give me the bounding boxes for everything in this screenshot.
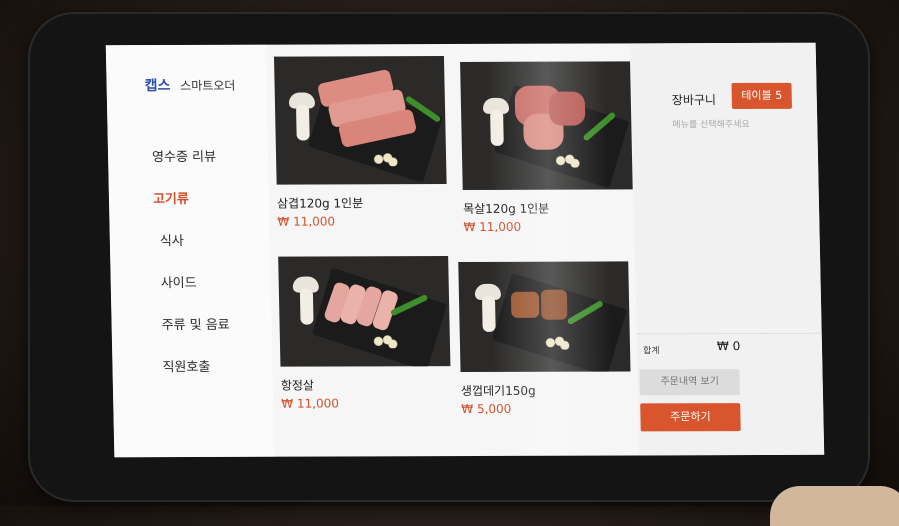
menu-item-photo (273, 56, 447, 185)
menu-item-photo (278, 256, 451, 367)
cart-title: 장바구니 (671, 93, 717, 108)
kiosk-screen: 캡스 스마트오더 영수증 리뷰 고기류 식사 사이드 주류 및 음료 직원호출 … (105, 42, 825, 458)
order-history-button[interactable]: 주문내역 보기 (639, 369, 740, 396)
menu-item-card[interactable]: 삼겹120g 1인분 ₩ 11,000 (273, 56, 448, 229)
menu-item-card[interactable]: 항정살 ₩ 11,000 (278, 256, 451, 411)
place-order-button[interactable]: 주문하기 (640, 403, 741, 432)
brand: 캡스 스마트오더 (144, 75, 235, 95)
nav-item-call-staff[interactable]: 직원호출 (162, 347, 231, 389)
nav-item-drinks[interactable]: 주류 및 음료 (161, 305, 230, 347)
category-nav: 영수증 리뷰 고기류 식사 사이드 주류 및 음료 직원호출 (152, 137, 231, 389)
brand-name: 스마트오더 (180, 78, 236, 93)
menu-item-photo (460, 61, 633, 190)
brand-logo: 캡스 (144, 77, 171, 95)
menu-item-name: 목살120g 1인분 (462, 201, 550, 216)
table-number-badge: 테이블 5 (731, 82, 792, 110)
menu-item-price: ₩ 11,000 (277, 214, 336, 229)
user-finger (770, 486, 899, 526)
menu-item-name: 삼겹120g 1인분 (276, 196, 364, 211)
menu-item-card[interactable]: 생껍데기150g ₩ 5,000 (458, 261, 631, 416)
menu-item-photo (458, 261, 631, 373)
nav-item-sides[interactable]: 사이드 (160, 263, 229, 305)
menu-grid: 삼겹120g 1인분 ₩ 11,000 목살120g 1인분 ₩ 11,000 (273, 55, 634, 451)
menu-item-name: 생껍데기150g (460, 383, 536, 399)
cart-divider (636, 332, 822, 335)
menu-item-name: 항정살 (280, 378, 315, 393)
menu-item-card[interactable]: 목살120g 1인분 ₩ 11,000 (460, 61, 634, 234)
menu-item-price: ₩ 11,000 (463, 219, 522, 235)
cart-panel: 장바구니 테이블 5 메뉴를 선택해주세요 합계 ₩ 0 주문내역 보기 주문하… (630, 42, 825, 456)
total-value: ₩ 0 (716, 339, 741, 354)
nav-item-receipt-review[interactable]: 영수증 리뷰 (152, 137, 227, 179)
sidebar: 캡스 스마트오더 영수증 리뷰 고기류 식사 사이드 주류 및 음료 직원호출 (105, 44, 275, 458)
nav-item-meals[interactable]: 식사 (159, 221, 228, 263)
cart-empty-hint: 메뉴를 선택해주세요 (672, 119, 750, 131)
menu-item-price: ₩ 5,000 (461, 401, 512, 417)
nav-item-meat[interactable]: 고기류 (153, 179, 228, 221)
menu-item-price: ₩ 11,000 (281, 396, 340, 411)
total-label: 합계 (642, 346, 660, 357)
